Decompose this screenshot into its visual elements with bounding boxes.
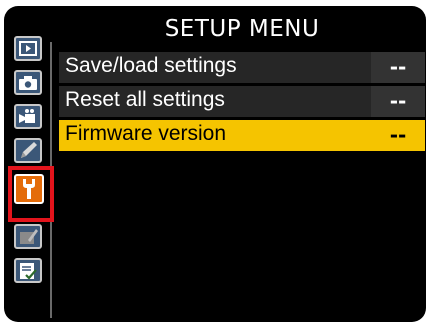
menu-item-firmware-version[interactable]: Firmware version -- bbox=[59, 120, 425, 151]
menu-item-save-load-settings[interactable]: Save/load settings -- bbox=[59, 52, 425, 83]
menu-item-label: Firmware version bbox=[65, 122, 227, 145]
menu-item-value: -- bbox=[371, 120, 425, 151]
page-title: SETUP MENU bbox=[164, 16, 320, 42]
menu-item-value: -- bbox=[371, 52, 425, 83]
tab-retouch[interactable] bbox=[14, 224, 42, 249]
setup-menu-list: Save/load settings -- Reset all settings… bbox=[59, 52, 425, 154]
tab-custom-settings[interactable] bbox=[14, 138, 42, 163]
tab-recent-settings[interactable] bbox=[14, 258, 42, 283]
tab-movie-shooting[interactable] bbox=[14, 104, 42, 129]
menu-item-label: Reset all settings bbox=[65, 88, 225, 111]
menu-tab-sidebar bbox=[4, 6, 58, 322]
menu-item-label: Save/load settings bbox=[65, 54, 237, 77]
menu-item-value: -- bbox=[371, 86, 425, 117]
menu-item-reset-all-settings[interactable]: Reset all settings -- bbox=[59, 86, 425, 117]
tab-playback[interactable] bbox=[14, 36, 42, 61]
tab-photo-shooting[interactable] bbox=[14, 70, 42, 95]
camera-screen: SETUP MENU Save/load settings -- Reset a… bbox=[4, 6, 426, 322]
active-tab-highlight-box bbox=[8, 166, 54, 222]
